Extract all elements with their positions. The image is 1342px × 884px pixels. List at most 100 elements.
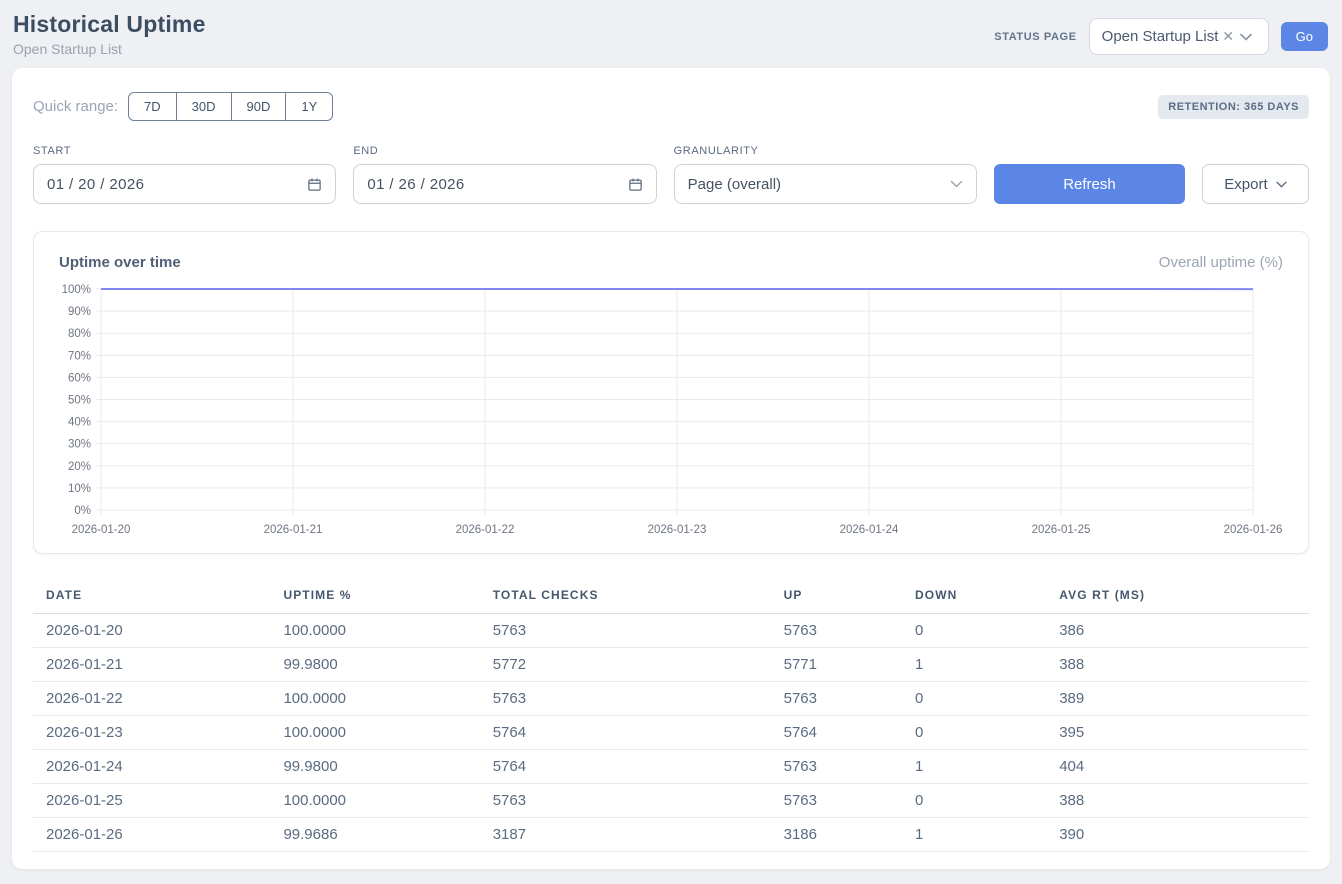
table-cell: 2026-01-25 bbox=[33, 784, 275, 818]
filter-form: START 01 / 20 / 2026 END 01 / 26 / 2026 … bbox=[33, 145, 1309, 204]
quick-range-row: Quick range: 7D30D90D1Y RETENTION: 365 D… bbox=[33, 92, 1309, 121]
table-cell: 5763 bbox=[776, 784, 907, 818]
table-row: 2026-01-2199.9800577257711388 bbox=[33, 648, 1309, 682]
svg-text:2026-01-22: 2026-01-22 bbox=[456, 524, 515, 536]
refresh-button[interactable]: Refresh bbox=[994, 164, 1185, 204]
svg-text:60%: 60% bbox=[68, 372, 91, 384]
end-date-input[interactable]: 01 / 26 / 2026 bbox=[353, 164, 656, 204]
chart-title: Uptime over time bbox=[59, 254, 181, 271]
calendar-icon[interactable] bbox=[628, 177, 643, 192]
table-cell: 0 bbox=[907, 614, 1051, 648]
table-cell: 100.0000 bbox=[275, 784, 484, 818]
svg-text:2026-01-23: 2026-01-23 bbox=[648, 524, 707, 536]
uptime-chart-svg: 0%10%20%30%40%50%60%70%80%90%100%2026-01… bbox=[59, 281, 1285, 539]
chevron-down-icon bbox=[1276, 181, 1287, 188]
table-cell: 395 bbox=[1051, 716, 1309, 750]
table-cell: 2026-01-26 bbox=[33, 818, 275, 852]
svg-text:30%: 30% bbox=[68, 439, 91, 451]
uptime-table-body: 2026-01-20100.00005763576303862026-01-21… bbox=[33, 614, 1309, 852]
svg-text:0%: 0% bbox=[74, 505, 91, 517]
status-page-select[interactable]: Open Startup List ✕ bbox=[1089, 18, 1269, 55]
chart-header: Uptime over time Overall uptime (%) bbox=[59, 254, 1283, 271]
table-cell: 5764 bbox=[485, 716, 776, 750]
start-date-input[interactable]: 01 / 20 / 2026 bbox=[33, 164, 336, 204]
table-cell: 3186 bbox=[776, 818, 907, 852]
table-cell: 5764 bbox=[776, 716, 907, 750]
table-cell: 5763 bbox=[485, 614, 776, 648]
granularity-select[interactable]: Page (overall) bbox=[674, 164, 977, 204]
svg-text:80%: 80% bbox=[68, 328, 91, 340]
end-date-value: 01 / 26 / 2026 bbox=[367, 176, 464, 193]
table-cell: 100.0000 bbox=[275, 614, 484, 648]
svg-text:40%: 40% bbox=[68, 417, 91, 429]
table-cell: 99.9686 bbox=[275, 818, 484, 852]
export-button[interactable]: Export bbox=[1202, 164, 1309, 204]
svg-text:2026-01-26: 2026-01-26 bbox=[1224, 524, 1283, 536]
chevron-down-icon bbox=[950, 180, 963, 188]
table-row: 2026-01-2499.9800576457631404 bbox=[33, 750, 1309, 784]
svg-text:70%: 70% bbox=[68, 350, 91, 362]
title-block: Historical Uptime Open Startup List bbox=[13, 11, 206, 57]
start-date-label: START bbox=[33, 145, 336, 157]
go-button[interactable]: Go bbox=[1281, 22, 1328, 51]
quick-range-7d[interactable]: 7D bbox=[128, 92, 177, 121]
status-page-label: STATUS PAGE bbox=[994, 31, 1076, 43]
table-row: 2026-01-25100.0000576357630388 bbox=[33, 784, 1309, 818]
table-cell: 404 bbox=[1051, 750, 1309, 784]
quick-range-1y[interactable]: 1Y bbox=[285, 92, 333, 121]
table-cell: 100.0000 bbox=[275, 716, 484, 750]
table-cell: 100.0000 bbox=[275, 682, 484, 716]
calendar-icon[interactable] bbox=[307, 177, 322, 192]
svg-text:50%: 50% bbox=[68, 395, 91, 407]
page-title: Historical Uptime bbox=[13, 11, 206, 38]
column-header: DATE bbox=[33, 578, 275, 614]
svg-text:2026-01-20: 2026-01-20 bbox=[72, 524, 131, 536]
table-cell: 388 bbox=[1051, 784, 1309, 818]
granularity-label: GRANULARITY bbox=[674, 145, 977, 157]
table-cell: 0 bbox=[907, 784, 1051, 818]
quick-range-30d[interactable]: 30D bbox=[176, 92, 232, 121]
table-cell: 390 bbox=[1051, 818, 1309, 852]
granularity-value: Page (overall) bbox=[688, 176, 781, 193]
table-cell: 3187 bbox=[485, 818, 776, 852]
table-cell: 5763 bbox=[776, 750, 907, 784]
uptime-table-head-row: DATEUPTIME %TOTAL CHECKSUPDOWNAVG RT (MS… bbox=[33, 578, 1309, 614]
table-cell: 389 bbox=[1051, 682, 1309, 716]
table-cell: 2026-01-23 bbox=[33, 716, 275, 750]
table-cell: 5763 bbox=[485, 784, 776, 818]
table-cell: 1 bbox=[907, 750, 1051, 784]
table-cell: 5764 bbox=[485, 750, 776, 784]
end-date-label: END bbox=[353, 145, 656, 157]
table-cell: 388 bbox=[1051, 648, 1309, 682]
quick-range-group: 7D30D90D1Y bbox=[128, 92, 333, 121]
svg-text:10%: 10% bbox=[68, 483, 91, 495]
table-cell: 99.9800 bbox=[275, 750, 484, 784]
svg-text:100%: 100% bbox=[62, 284, 91, 296]
table-cell: 2026-01-24 bbox=[33, 750, 275, 784]
topbar-controls: STATUS PAGE Open Startup List ✕ Go bbox=[994, 18, 1328, 55]
start-date-field: START 01 / 20 / 2026 bbox=[33, 145, 336, 204]
svg-text:2026-01-25: 2026-01-25 bbox=[1032, 524, 1091, 536]
table-cell: 1 bbox=[907, 818, 1051, 852]
table-cell: 0 bbox=[907, 682, 1051, 716]
end-date-field: END 01 / 26 / 2026 bbox=[353, 145, 656, 204]
svg-text:2026-01-24: 2026-01-24 bbox=[840, 524, 899, 536]
column-header: UPTIME % bbox=[275, 578, 484, 614]
chart-area: 0%10%20%30%40%50%60%70%80%90%100%2026-01… bbox=[59, 281, 1283, 539]
start-date-value: 01 / 20 / 2026 bbox=[47, 176, 144, 193]
svg-text:2026-01-21: 2026-01-21 bbox=[264, 524, 323, 536]
column-header: TOTAL CHECKS bbox=[485, 578, 776, 614]
clear-icon[interactable]: ✕ bbox=[1222, 28, 1234, 45]
chart-legend: Overall uptime (%) bbox=[1159, 254, 1283, 271]
page-subtitle: Open Startup List bbox=[13, 41, 206, 57]
topbar: Historical Uptime Open Startup List STAT… bbox=[0, 0, 1342, 63]
table-cell: 386 bbox=[1051, 614, 1309, 648]
retention-badge: RETENTION: 365 DAYS bbox=[1158, 95, 1309, 119]
export-label: Export bbox=[1224, 176, 1267, 193]
column-header: UP bbox=[776, 578, 907, 614]
svg-text:20%: 20% bbox=[68, 461, 91, 473]
table-cell: 2026-01-21 bbox=[33, 648, 275, 682]
table-cell: 5763 bbox=[485, 682, 776, 716]
quick-range-90d[interactable]: 90D bbox=[231, 92, 287, 121]
table-row: 2026-01-22100.0000576357630389 bbox=[33, 682, 1309, 716]
